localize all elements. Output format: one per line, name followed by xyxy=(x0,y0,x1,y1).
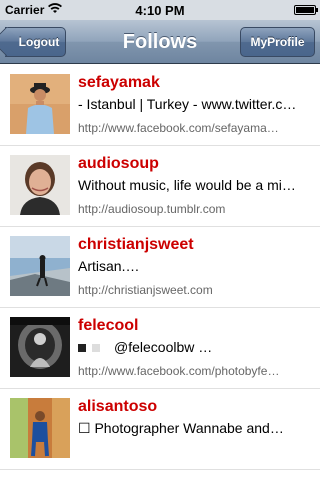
user-description: Without music, life would be a mi… xyxy=(78,177,296,193)
list-item[interactable]: christianjsweet Artisan.… http://christi… xyxy=(0,227,320,308)
page-title: Follows xyxy=(122,31,198,53)
list-item[interactable]: alisantoso ☐ Photographer Wannabe and… xyxy=(0,389,320,470)
avatar xyxy=(10,398,70,458)
carrier-label: Carrier xyxy=(5,3,45,17)
user-name: felecool xyxy=(78,317,139,334)
user-description: ☐ Photographer Wannabe and… xyxy=(78,420,284,436)
user-name: audiosoup xyxy=(78,155,159,172)
follows-list: sefayamak - Istanbul | Turkey - www.twit… xyxy=(0,65,320,470)
avatar xyxy=(10,155,70,215)
user-description: @felecoolbw … xyxy=(78,339,308,355)
avatar xyxy=(10,236,70,296)
status-left: Carrier xyxy=(5,3,63,17)
user-description: Artisan.… xyxy=(78,258,140,274)
user-name: christianjsweet xyxy=(78,236,194,253)
user-name: sefayamak xyxy=(78,74,160,91)
myprofile-button[interactable]: MyProfile xyxy=(240,27,315,57)
black-square-icon xyxy=(78,344,86,353)
user-url: http://audiosoup.tumblr.com xyxy=(78,202,226,216)
user-url: http://www.facebook.com/sefayama… xyxy=(78,121,279,135)
navigation-bar: Logout Follows MyProfile xyxy=(0,20,320,64)
status-bar: Carrier 4:10 PM xyxy=(0,0,320,20)
list-item[interactable]: felecool @felecoolbw … http://www.facebo… xyxy=(0,308,320,389)
user-url: http://christianjsweet.com xyxy=(78,283,213,297)
user-name: alisantoso xyxy=(78,398,158,415)
user-url: http://www.facebook.com/photobyfe… xyxy=(78,364,280,378)
avatar xyxy=(10,74,70,134)
logout-button-label: Logout xyxy=(18,35,60,49)
battery-level xyxy=(296,7,314,13)
wifi-icon xyxy=(48,3,63,17)
battery-icon xyxy=(294,5,318,15)
user-description: - Istanbul | Turkey - www.twitter.c… xyxy=(78,96,297,112)
list-item[interactable]: audiosoup Without music, life would be a… xyxy=(0,146,320,227)
gray-square-icon xyxy=(92,344,100,353)
user-description-text: @felecoolbw … xyxy=(114,339,213,355)
list-item[interactable]: sefayamak - Istanbul | Turkey - www.twit… xyxy=(0,65,320,146)
logout-button[interactable]: Logout xyxy=(0,26,66,57)
avatar xyxy=(10,317,70,377)
